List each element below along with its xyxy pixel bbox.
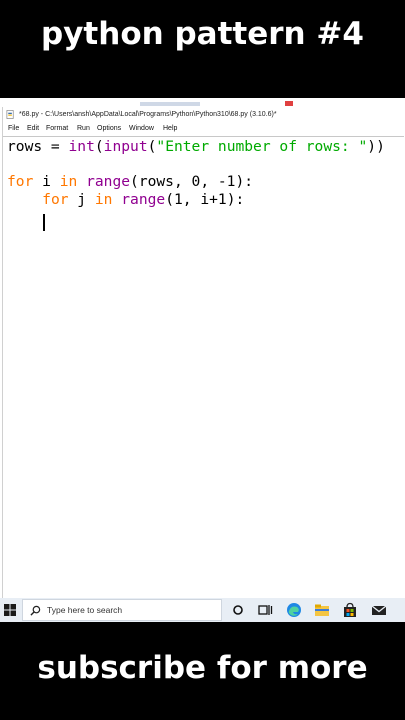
menu-help[interactable]: Help <box>163 122 177 135</box>
python-file-icon <box>6 110 14 119</box>
menu-window[interactable]: Window <box>129 122 154 135</box>
file-explorer-icon[interactable] <box>313 601 331 619</box>
store-icon[interactable] <box>341 601 359 619</box>
text-caret <box>43 214 45 231</box>
windows-start-icon[interactable] <box>3 603 17 617</box>
subscribe-text: subscribe for more <box>37 650 368 686</box>
menu-options[interactable]: Options <box>97 122 121 135</box>
top-banner: python pattern #4 <box>0 0 405 98</box>
menu-edit[interactable]: Edit <box>27 122 39 135</box>
code-editor[interactable]: rows = int(input("Enter number of rows: … <box>3 136 404 599</box>
video-title: python pattern #4 <box>41 16 364 52</box>
search-placeholder: Type here to search <box>47 605 123 615</box>
search-icon <box>30 605 41 616</box>
mail-icon[interactable] <box>370 601 388 619</box>
task-view-icon[interactable] <box>256 601 274 619</box>
menu-bar: File Edit Format Run Options Window Help <box>3 122 404 135</box>
edge-icon[interactable] <box>285 601 303 619</box>
menu-run[interactable]: Run <box>77 122 90 135</box>
taskbar-search-box[interactable]: Type here to search <box>22 599 222 621</box>
code-line-1: rows = int(input("Enter number of rows: … <box>7 138 385 155</box>
menu-format[interactable]: Format <box>46 122 68 135</box>
background-window-strip <box>0 98 405 107</box>
bottom-banner: subscribe for more <box>0 622 405 720</box>
code-line-3: for j in range(1, i+1): <box>42 191 245 208</box>
window-title: *68.py - C:\Users\ansh\AppData\Local\Pro… <box>19 111 277 118</box>
code-line-2: for i in range(rows, 0, -1): <box>7 173 254 190</box>
menu-file[interactable]: File <box>8 122 19 135</box>
idle-editor-window: *68.py - C:\Users\ansh\AppData\Local\Pro… <box>2 107 404 599</box>
window-titlebar[interactable]: *68.py - C:\Users\ansh\AppData\Local\Pro… <box>3 107 404 122</box>
desktop-screen: *68.py - C:\Users\ansh\AppData\Local\Pro… <box>0 98 405 622</box>
windows-taskbar: Type here to search <box>0 598 405 622</box>
cortana-icon[interactable] <box>229 601 247 619</box>
